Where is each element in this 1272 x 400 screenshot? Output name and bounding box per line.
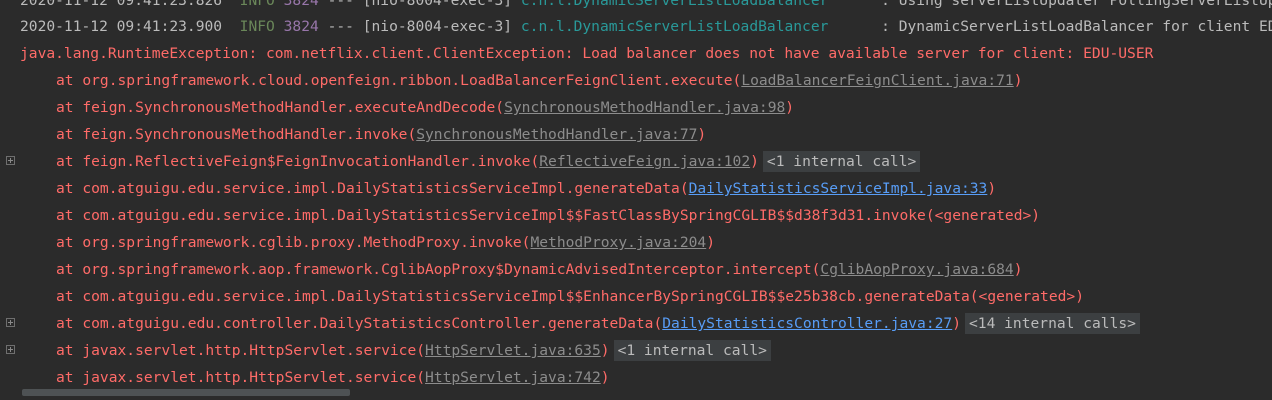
- stack-frame-text: at com.atguigu.edu.controller.DailyStati…: [56, 315, 663, 332]
- stack-frame-text: at com.atguigu.edu.service.impl.DailySta…: [56, 288, 1084, 305]
- stack-frame: at com.atguigu.edu.service.impl.DailySta…: [0, 202, 1272, 229]
- log-message: : Using serverListUpdater PollingServerL…: [881, 0, 1272, 9]
- console-output[interactable]: 2020-11-12 09:41:23.826 INFO 3824 --- [n…: [0, 0, 1272, 400]
- source-link[interactable]: ReflectiveFeign.java:102: [539, 153, 750, 170]
- stack-frame-close-paren: ): [1013, 72, 1023, 89]
- log-pid: 3824: [283, 18, 319, 35]
- source-link[interactable]: LoadBalancerFeignClient.java:71: [741, 72, 1013, 89]
- stack-frame-text: at feign.ReflectiveFeign$FeignInvocation…: [56, 153, 540, 170]
- stack-frame-close-paren: ): [706, 234, 715, 251]
- log-level: INFO: [239, 18, 275, 35]
- exception-message: java.lang.RuntimeException: com.netflix.…: [20, 45, 1154, 62]
- folded-calls-badge[interactable]: <1 internal call>: [613, 340, 771, 361]
- stack-frame-text: at org.springframework.aop.framework.Cgl…: [56, 261, 821, 278]
- stack-frame-close-paren: ): [697, 126, 707, 143]
- log-line-info-1: 2020-11-12 09:41:23.826 INFO 3824 --- [n…: [0, 0, 1272, 14]
- log-timestamp: 2020-11-12 09:41:23.900: [20, 18, 223, 35]
- source-link[interactable]: CglibAopProxy.java:684: [820, 261, 1013, 278]
- stack-frame-close-paren: ): [952, 315, 961, 332]
- stack-frame: at feign.SynchronousMethodHandler.invoke…: [0, 121, 1272, 148]
- log-thread: --- [nio-8004-exec-3]: [327, 0, 513, 9]
- stack-frame: at org.springframework.cloud.openfeign.r…: [0, 67, 1272, 94]
- expand-fold-icon[interactable]: [6, 156, 15, 165]
- source-link[interactable]: HttpServlet.java:742: [425, 369, 601, 386]
- stack-frame: at feign.SynchronousMethodHandler.execut…: [0, 94, 1272, 121]
- stack-frame: at feign.ReflectiveFeign$FeignInvocation…: [0, 148, 1272, 175]
- stack-frame: at org.springframework.aop.framework.Cgl…: [0, 256, 1272, 283]
- stack-frame: at com.atguigu.edu.service.impl.DailySta…: [0, 175, 1272, 202]
- source-link[interactable]: SynchronousMethodHandler.java:98: [504, 99, 785, 116]
- stack-frame-close-paren: ): [987, 180, 997, 197]
- stack-frame-close-paren: ): [600, 342, 610, 359]
- log-message: : DynamicServerListLoadBalancer for clie…: [881, 18, 1272, 35]
- horizontal-scrollbar-thumb[interactable]: [22, 389, 350, 396]
- source-link[interactable]: SynchronousMethodHandler.java:77: [416, 126, 697, 143]
- stack-frame-close-paren: ): [1013, 261, 1023, 278]
- log-pid: 3824: [283, 0, 319, 9]
- stack-frame-text: at com.atguigu.edu.service.impl.DailySta…: [56, 180, 689, 197]
- log-line-info-2: 2020-11-12 09:41:23.900 INFO 3824 --- [n…: [0, 13, 1272, 40]
- stack-frame-text: at com.atguigu.edu.service.impl.DailySta…: [56, 207, 1041, 224]
- expand-fold-icon[interactable]: [6, 318, 15, 327]
- source-link[interactable]: DailyStatisticsServiceImpl.java:33: [689, 180, 988, 197]
- stack-frame-close-paren: ): [600, 369, 610, 386]
- log-logger: c.n.l.DynamicServerListLoadBalancer: [520, 0, 829, 9]
- log-timestamp: 2020-11-12 09:41:23.826: [20, 0, 223, 9]
- stack-frame-text: at feign.SynchronousMethodHandler.execut…: [56, 99, 505, 116]
- stack-frame-text: at javax.servlet.http.HttpServlet.servic…: [56, 342, 426, 359]
- stack-frame: at javax.servlet.http.HttpServlet.servic…: [0, 337, 1272, 364]
- log-level: INFO: [239, 0, 275, 9]
- expand-fold-icon[interactable]: [6, 345, 15, 354]
- folded-calls-badge[interactable]: <1 internal call>: [762, 151, 921, 172]
- source-link[interactable]: DailyStatisticsController.java:27: [662, 315, 952, 332]
- source-link[interactable]: MethodProxy.java:204: [530, 234, 706, 251]
- exception-line: java.lang.RuntimeException: com.netflix.…: [0, 40, 1272, 67]
- log-thread: --- [nio-8004-exec-3]: [327, 18, 513, 35]
- log-logger: c.n.l.DynamicServerListLoadBalancer: [520, 18, 829, 35]
- stack-frame-close-paren: ): [785, 99, 795, 116]
- stack-frame-close-paren: ): [750, 153, 759, 170]
- stack-frame: at com.atguigu.edu.controller.DailyStati…: [0, 310, 1272, 337]
- stack-frame-text: at org.springframework.cglib.proxy.Metho…: [56, 234, 531, 251]
- stack-frame: at org.springframework.cglib.proxy.Metho…: [0, 229, 1272, 256]
- stack-frame-text: at org.springframework.cloud.openfeign.r…: [56, 72, 742, 89]
- source-link[interactable]: HttpServlet.java:635: [425, 342, 601, 359]
- folded-calls-badge[interactable]: <14 internal calls>: [965, 313, 1140, 334]
- stack-frame-text: at javax.servlet.http.HttpServlet.servic…: [56, 369, 426, 386]
- stack-frame: at com.atguigu.edu.service.impl.DailySta…: [0, 283, 1272, 310]
- stack-frame-text: at feign.SynchronousMethodHandler.invoke…: [56, 126, 417, 143]
